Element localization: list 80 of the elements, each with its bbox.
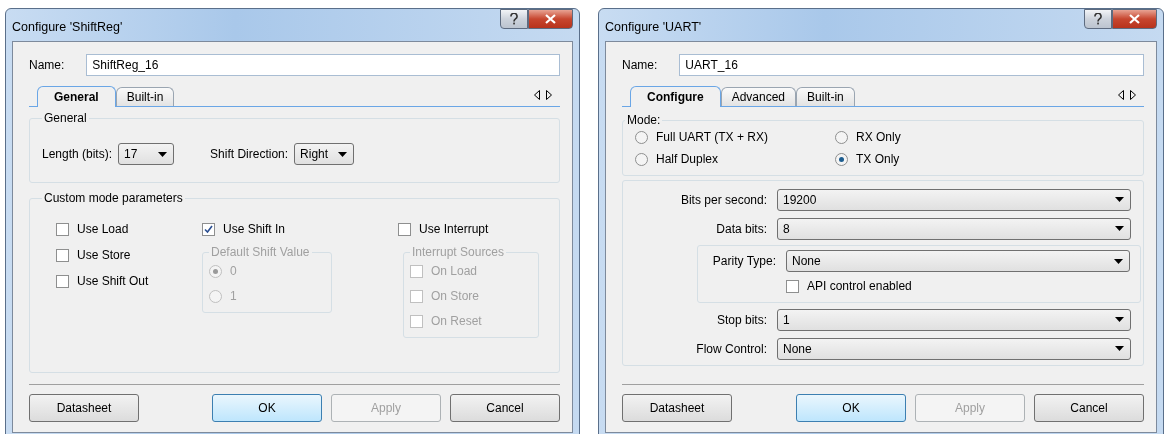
tab[interactable]: Advanced	[720, 87, 797, 106]
window-title: Configure 'UART'	[605, 20, 702, 34]
checkbox[interactable]	[786, 279, 799, 293]
close-icon	[545, 14, 556, 24]
caret-icon	[1114, 258, 1123, 264]
right-triangle-icon[interactable]	[1130, 90, 1136, 100]
checkbox-label: On Store	[431, 289, 480, 303]
field-label: Shift Direction:	[210, 147, 289, 161]
close-icon	[1129, 14, 1140, 24]
radio-label: Full UART (TX + RX)	[656, 130, 768, 144]
name-field[interactable]: ShiftReg_16	[86, 54, 560, 76]
dialog-button[interactable]: Datasheet	[29, 394, 139, 422]
dialog-button[interactable]: Cancel	[450, 394, 560, 422]
tab[interactable]: Built-in	[115, 87, 175, 106]
name-field[interactable]: UART_16	[679, 54, 1144, 76]
radio-label: Half Duplex	[656, 152, 719, 166]
window-title: Configure 'ShiftReg'	[12, 20, 123, 34]
field-label: Data bits:	[715, 221, 767, 236]
dropdown[interactable]: 17	[118, 143, 175, 165]
dropdown[interactable]: 8	[777, 217, 1131, 240]
radio-button[interactable]	[835, 130, 848, 144]
dialog-button[interactable]: OK	[212, 394, 322, 422]
tab[interactable]: Configure	[630, 86, 721, 107]
left-triangle-icon[interactable]	[534, 90, 540, 100]
caret-icon	[1115, 197, 1124, 202]
question-mark-icon	[1094, 13, 1102, 25]
dropdown[interactable]: 19200	[777, 188, 1131, 211]
tab[interactable]: Built-in	[796, 87, 855, 106]
checkbox[interactable]	[398, 222, 411, 236]
checkbox[interactable]	[56, 274, 69, 288]
radio-label: 1	[230, 289, 237, 303]
caret-icon	[1115, 346, 1124, 351]
field-label: Flow Control:	[695, 341, 767, 356]
checkbox[interactable]	[56, 222, 69, 236]
field-label: Length (bits):	[42, 147, 113, 161]
checkbox-label: Use Shift In	[223, 222, 286, 236]
group-title: Custom mode parameters	[43, 191, 184, 205]
caret-icon	[1115, 317, 1124, 322]
radio-label: TX Only	[856, 152, 900, 166]
checkbox[interactable]	[202, 222, 215, 236]
caret-icon	[338, 151, 348, 157]
group-title: Mode:	[626, 113, 662, 127]
help-button[interactable]	[500, 9, 528, 29]
group-title: Interrupt Sources	[411, 245, 506, 259]
checkbox-label: Use Store	[77, 248, 131, 262]
caret-icon	[158, 151, 168, 157]
field-label: Parity Type:	[711, 254, 776, 268]
close-button[interactable]	[1112, 9, 1157, 29]
question-mark-icon	[510, 13, 518, 25]
dropdown[interactable]: Right	[294, 143, 355, 165]
right-triangle-icon[interactable]	[546, 90, 552, 100]
checkbox-label: Use Shift Out	[77, 274, 149, 288]
checkbox-label: Use Interrupt	[419, 222, 489, 236]
group-title: Default Shift Value	[210, 245, 311, 259]
dropdown[interactable]: 1	[777, 308, 1131, 331]
field-label: Bits per second:	[679, 192, 767, 207]
left-triangle-icon[interactable]	[1118, 90, 1124, 100]
field-label: Stop bits:	[715, 312, 767, 327]
radio-button[interactable]	[635, 152, 648, 166]
dropdown[interactable]: None	[786, 250, 1130, 272]
radio-label: RX Only	[856, 130, 901, 144]
checkbox-label: On Reset	[431, 314, 482, 328]
radio-label: 0	[230, 264, 237, 278]
tab[interactable]: General	[37, 86, 116, 107]
field-label: Name:	[29, 58, 65, 72]
field-label: Name:	[622, 58, 658, 72]
close-button[interactable]	[528, 9, 573, 29]
checkbox-label: API control enabled	[807, 279, 912, 293]
help-button[interactable]	[1084, 9, 1112, 29]
dropdown[interactable]: None	[777, 337, 1131, 360]
radio-button[interactable]	[635, 130, 648, 144]
dialog-button[interactable]: Datasheet	[622, 394, 732, 422]
caret-icon	[1115, 226, 1124, 231]
checkbox[interactable]	[56, 248, 69, 262]
checkbox-label: Use Load	[77, 222, 129, 236]
checkbox-label: On Load	[431, 264, 478, 278]
dialog-button[interactable]: Cancel	[1034, 394, 1144, 422]
group-title: General	[43, 111, 88, 125]
dialog-button[interactable]: OK	[796, 394, 906, 422]
radio-button[interactable]	[835, 152, 848, 166]
